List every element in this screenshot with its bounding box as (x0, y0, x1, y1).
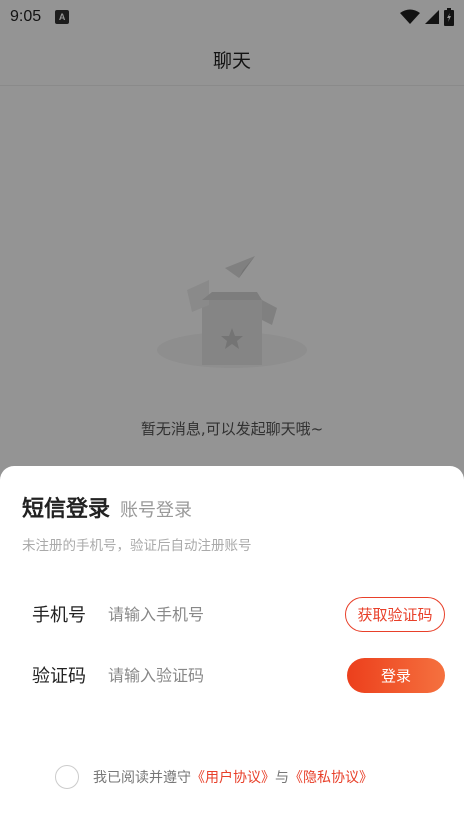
phone-input[interactable] (108, 597, 328, 631)
code-label: 验证码 (32, 666, 86, 687)
register-hint: 未注册的手机号，验证后自动注册账号 (22, 538, 252, 554)
get-code-button[interactable]: 获取验证码 (345, 596, 445, 632)
privacy-agreement-link[interactable]: 《隐私协议》 (289, 767, 373, 787)
agreement-prefix: 我已阅读并遵守 (93, 770, 191, 786)
phone-label: 手机号 (32, 605, 86, 626)
login-button[interactable]: 登录 (347, 657, 445, 693)
code-row: 验证码 登录 (0, 655, 464, 695)
agreement-checkbox[interactable] (55, 765, 79, 789)
tab-sms-login[interactable]: 短信登录 (22, 491, 110, 523)
code-input[interactable] (108, 658, 328, 692)
login-bottom-sheet: 短信登录 账号登录 未注册的手机号，验证后自动注册账号 手机号 获取验证码 验证… (0, 466, 464, 824)
user-agreement-link[interactable]: 《用户协议》 (191, 767, 275, 787)
tab-account-login[interactable]: 账号登录 (120, 496, 192, 522)
login-tabs: 短信登录 账号登录 (22, 491, 192, 523)
agreement-and: 与 (275, 770, 289, 786)
agreement-row: 我已阅读并遵守 《用户协议》 与 《隐私协议》 (55, 765, 373, 789)
phone-row: 手机号 获取验证码 (0, 594, 464, 634)
